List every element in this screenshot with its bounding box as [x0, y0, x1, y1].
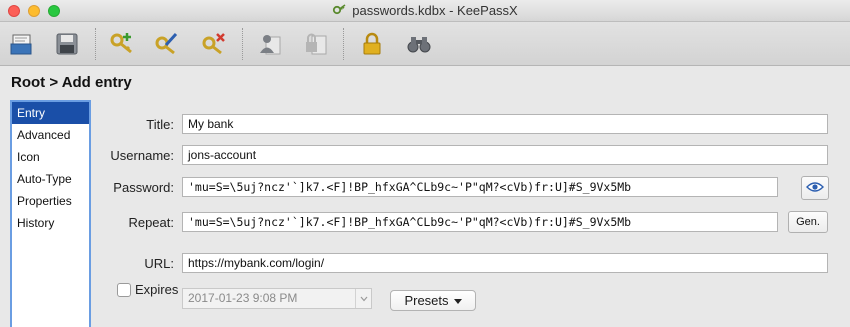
title-label: Title:: [146, 117, 174, 132]
password-label: Password:: [113, 180, 174, 195]
expiry-datetime-field[interactable]: 2017-01-23 9:08 PM: [182, 288, 372, 309]
entry-section-list: Entry Advanced Icon Auto-Type Properties…: [10, 100, 91, 327]
chevron-down-icon[interactable]: [355, 289, 371, 308]
toolbar-separator: [343, 28, 344, 60]
section-item-history[interactable]: History: [12, 212, 89, 234]
expires-checkbox[interactable]: [117, 283, 131, 297]
delete-entry-icon[interactable]: [199, 29, 229, 59]
add-entry-icon[interactable]: [107, 29, 137, 59]
copy-username-icon[interactable]: [255, 29, 285, 59]
section-item-entry[interactable]: Entry: [12, 102, 89, 124]
search-binoculars-icon[interactable]: [404, 29, 434, 59]
window-titlebar: passwords.kdbx - KeePassX: [0, 0, 850, 22]
repeat-label: Repeat:: [128, 215, 174, 230]
toolbar-separator: [242, 28, 243, 60]
presets-button[interactable]: Presets: [390, 290, 476, 311]
save-database-icon[interactable]: [52, 29, 82, 59]
toggle-password-visibility-button[interactable]: [801, 176, 829, 200]
password-field[interactable]: 'mu=S=\5uj?ncz'`]k7.<F]!BP_hfxGA^CLb9c~'…: [182, 177, 778, 197]
username-field[interactable]: jons-account: [182, 145, 828, 165]
section-item-advanced[interactable]: Advanced: [12, 124, 89, 146]
expires-label: Expires: [135, 282, 179, 297]
keepassx-document-icon: [332, 3, 346, 20]
url-label: URL:: [144, 256, 174, 271]
repeat-password-field[interactable]: 'mu=S=\5uj?ncz'`]k7.<F]!BP_hfxGA^CLb9c~'…: [182, 212, 778, 232]
eye-icon: [806, 181, 824, 196]
dropdown-arrow-icon: [453, 293, 462, 308]
presets-label: Presets: [404, 293, 449, 308]
section-item-auto-type[interactable]: Auto-Type: [12, 168, 89, 190]
username-label: Username:: [110, 148, 174, 163]
toolbar-separator: [95, 28, 96, 60]
title-field[interactable]: My bank: [182, 114, 828, 134]
edit-entry-icon[interactable]: [152, 29, 182, 59]
main-toolbar: [0, 22, 850, 66]
section-item-properties[interactable]: Properties: [12, 190, 89, 212]
copy-password-icon[interactable]: [301, 29, 331, 59]
section-item-icon[interactable]: Icon: [12, 146, 89, 168]
window-title: passwords.kdbx - KeePassX: [352, 3, 518, 18]
lock-database-icon[interactable]: [357, 29, 387, 59]
breadcrumb: Root > Add entry: [11, 74, 132, 91]
url-field[interactable]: https://mybank.com/login/: [182, 253, 828, 273]
generate-password-button[interactable]: Gen.: [788, 211, 828, 233]
expiry-datetime-value: 2017-01-23 9:08 PM: [188, 291, 298, 305]
open-database-icon[interactable]: [7, 29, 37, 59]
window-title-wrap: passwords.kdbx - KeePassX: [0, 3, 850, 20]
